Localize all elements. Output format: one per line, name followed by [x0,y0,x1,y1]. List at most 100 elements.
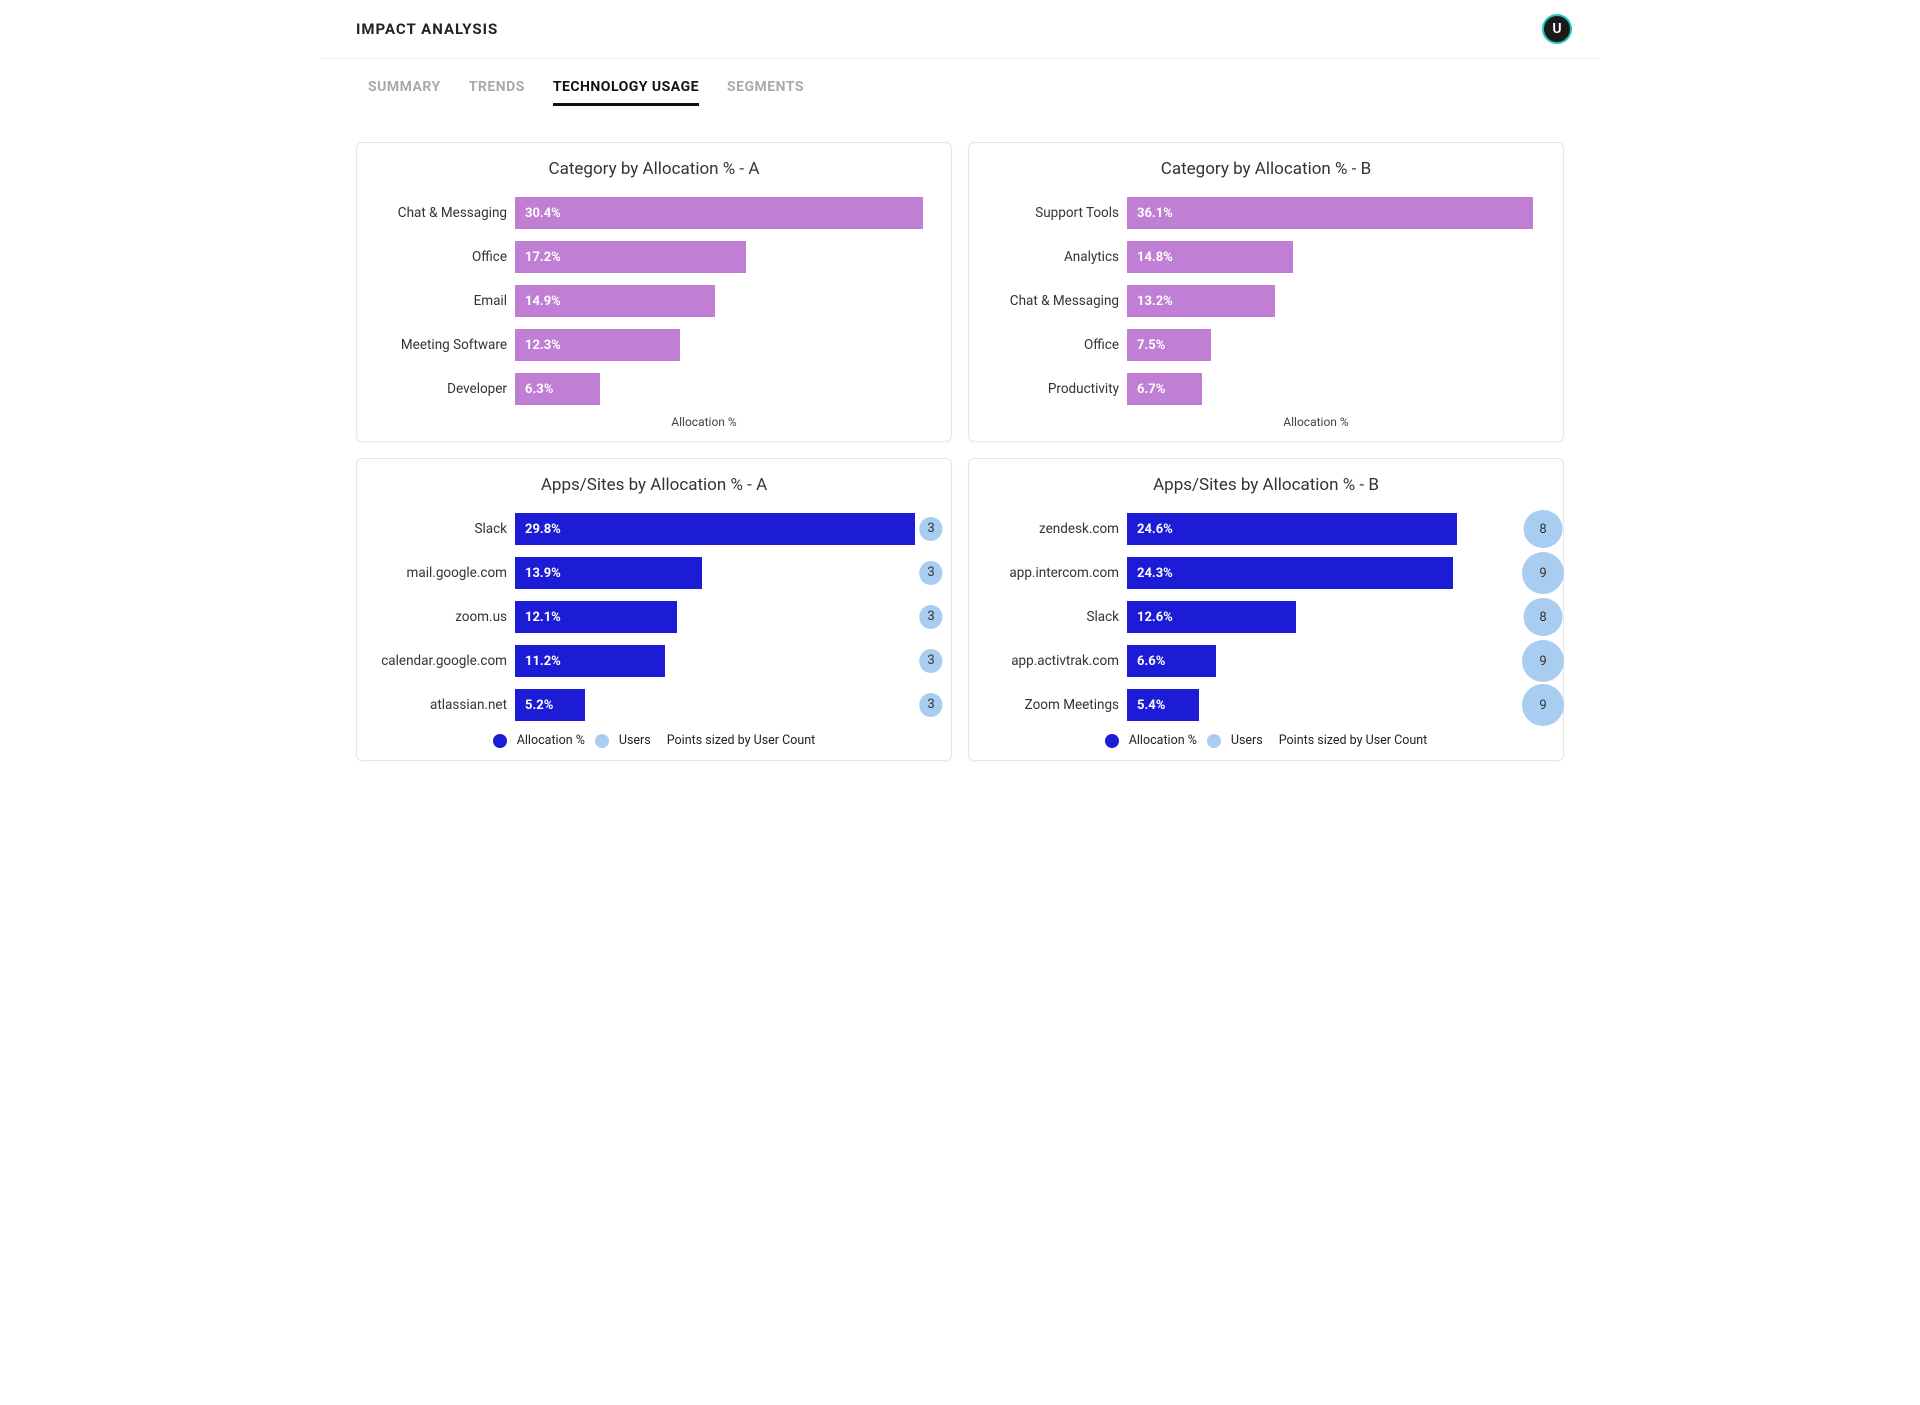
bar: 6.7% [1127,373,1202,405]
bar: 29.8% [515,513,915,545]
legend-note: Points sized by User Count [667,733,816,748]
bar-area: 17.2% [515,241,931,273]
chart-row: Support Tools36.1% [989,191,1543,235]
bar-area: 11.2%3 [515,645,931,677]
bar: 24.6% [1127,513,1457,545]
row-label: Support Tools [989,205,1119,221]
row-label: zendesk.com [989,521,1119,537]
chart-row: Chat & Messaging 13.2% [989,279,1543,323]
bar: 11.2% [515,645,665,677]
user-bubble: 3 [919,649,942,672]
swatch-users-icon [1207,734,1221,748]
swatch-allocation-icon [493,734,507,748]
user-bubble: 3 [919,605,942,628]
card-title: Category by Allocation % - B [989,159,1543,179]
page-title: IMPACT ANALYSIS [356,20,498,38]
legend-users-label: Users [619,733,651,748]
chart-row: Slack29.8%3 [377,507,931,551]
bar: 12.6% [1127,601,1296,633]
tab-summary[interactable]: SUMMARY [368,79,441,106]
bar-area: 12.6%8 [1127,601,1543,633]
bar: 13.2% [1127,285,1275,317]
legend-alloc-label: Allocation % [517,733,585,748]
user-bubble: 9 [1522,640,1564,682]
chart-row: calendar.google.com 11.2%3 [377,639,931,683]
bar-area: 29.8%3 [515,513,931,545]
bar-area: 12.3% [515,329,931,361]
chart-row: Office 17.2% [377,235,931,279]
tab-segments[interactable]: SEGMENTS [727,79,804,106]
row-label: Analytics [989,249,1119,265]
bar: 12.1% [515,601,677,633]
row-label: Chat & Messaging [989,293,1119,309]
legend-note: Points sized by User Count [1279,733,1428,748]
user-bubble: 9 [1522,684,1564,726]
row-label: Zoom Meetings [989,697,1119,713]
row-label: Developer [377,381,507,397]
bar-area: 12.1%3 [515,601,931,633]
bar: 24.3% [1127,557,1453,589]
bar-area: 5.2%3 [515,689,931,721]
avatar-initial: U [1552,21,1561,37]
user-bubble: 3 [919,517,942,540]
card-title: Apps/Sites by Allocation % - B [989,475,1543,495]
chart-category-a: Chat & Messaging30.4%Office17.2%Email14.… [377,191,931,411]
bar: 12.3% [515,329,680,361]
chart-row: Office 7.5% [989,323,1543,367]
bar-area: 24.6%8 [1127,513,1543,545]
legend: Allocation % Users Points sized by User … [377,733,931,748]
user-bubble: 3 [919,561,942,584]
bar: 30.4% [515,197,923,229]
row-label: Productivity [989,381,1119,397]
bar: 5.2% [515,689,585,721]
bar: 5.4% [1127,689,1199,721]
user-bubble: 9 [1522,552,1564,594]
card-title: Category by Allocation % - A [377,159,931,179]
bar-area: 13.9%3 [515,557,931,589]
tab-trends[interactable]: TRENDS [469,79,525,106]
legend-users-label: Users [1231,733,1263,748]
bar-area: 24.3%9 [1127,557,1543,589]
row-label: app.intercom.com [989,565,1119,581]
bar-area: 5.4%9 [1127,689,1543,721]
bar: 13.9% [515,557,702,589]
xlabel: Allocation % [1089,415,1543,429]
cards-grid: Category by Allocation % - A Chat & Mess… [320,106,1600,785]
bar-area: 14.9% [515,285,931,317]
tab-technology-usage[interactable]: TECHNOLOGY USAGE [553,79,699,106]
user-bubble: 8 [1524,510,1563,549]
tabs: SUMMARY TRENDS TECHNOLOGY USAGE SEGMENTS [320,59,1600,106]
row-label: calendar.google.com [377,653,507,669]
user-bubble: 8 [1524,598,1563,637]
chart-category-b: Support Tools36.1% Analytics 14.8% Chat & M… [989,191,1543,411]
chart-row: Zoom Meetings 5.4%9 [989,683,1543,727]
chart-row: Developer 6.3% [377,367,931,411]
xlabel: Allocation % [477,415,931,429]
chart-row: Chat & Messaging 30.4% [377,191,931,235]
bar: 7.5% [1127,329,1211,361]
row-label: Office [377,249,507,265]
row-label: mail.google.com [377,565,507,581]
card-category-b: Category by Allocation % - B Support Too… [968,142,1564,442]
bar: 6.3% [515,373,600,405]
row-label: Office [989,337,1119,353]
card-title: Apps/Sites by Allocation % - A [377,475,931,495]
chart-row: Analytics 14.8% [989,235,1543,279]
legend-alloc-label: Allocation % [1129,733,1197,748]
row-label: Slack [989,609,1119,625]
avatar[interactable]: U [1542,14,1572,44]
card-apps-b: Apps/Sites by Allocation % - B zendesk.c… [968,458,1564,761]
row-label: zoom.us [377,609,507,625]
row-label: Chat & Messaging [377,205,507,221]
bar-area: 6.7% [1127,373,1543,405]
chart-row: app.intercom.com 24.3%9 [989,551,1543,595]
header: IMPACT ANALYSIS U [320,0,1600,59]
row-label: app.activtrak.com [989,653,1119,669]
chart-apps-a: Slack29.8%3 mail.google.com 13.9%3 zoom.us 1… [377,507,931,727]
bar: 14.8% [1127,241,1293,273]
card-apps-a: Apps/Sites by Allocation % - A Slack29.8… [356,458,952,761]
legend: Allocation % Users Points sized by User … [989,733,1543,748]
bar: 14.9% [515,285,715,317]
chart-row: atlassian.net5.2%3 [377,683,931,727]
row-label: Meeting Software [377,337,507,353]
